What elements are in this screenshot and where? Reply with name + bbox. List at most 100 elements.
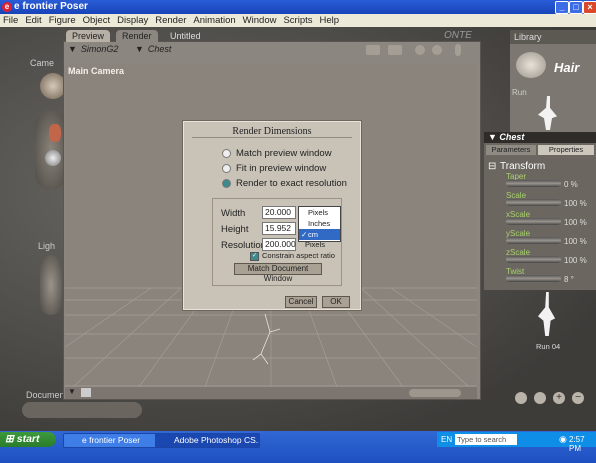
transform-group-icon[interactable]: ⊟ <box>488 161 496 172</box>
units-dropdown[interactable]: Pixels Inches ✓ cm <box>298 206 341 242</box>
param-dial[interactable] <box>506 275 561 282</box>
checkmark-icon: ✓ <box>301 230 308 239</box>
light-control-icon[interactable] <box>40 255 62 315</box>
unit-option-inches[interactable]: Inches <box>299 218 340 229</box>
document-tab-label[interactable]: Document <box>26 390 67 400</box>
volume-icon[interactable]: ◉ <box>559 434 567 445</box>
taskbar-poser[interactable]: e frontier Poser <box>63 433 161 448</box>
menu-display[interactable]: Display <box>114 14 152 26</box>
param-value[interactable]: 0 % <box>564 180 578 189</box>
menu-file[interactable]: File <box>0 14 22 26</box>
option-label: Render to exact resolution <box>236 178 347 189</box>
window-title: e frontier Poser <box>14 1 88 12</box>
radio-exact-resolution[interactable] <box>222 179 231 188</box>
menu-object[interactable]: Object <box>80 14 114 26</box>
tab-preview[interactable]: Preview <box>66 30 111 42</box>
box-display-icon[interactable] <box>81 388 91 397</box>
tab-render[interactable]: Render <box>116 30 158 42</box>
menu-animation[interactable]: Animation <box>190 14 239 26</box>
menu-scripts[interactable]: Scripts <box>280 14 316 26</box>
menu-window[interactable]: Window <box>240 14 281 26</box>
figure-menu-arrow[interactable]: ▼ <box>68 44 77 54</box>
windows-logo-icon: ⊞ <box>5 433 14 445</box>
menu-render[interactable]: Render <box>152 14 190 26</box>
ok-button[interactable]: OK <box>322 296 350 308</box>
tab-properties[interactable]: Properties <box>538 145 594 155</box>
camera-controls-label: Came <box>30 58 55 68</box>
library-category[interactable]: Hair <box>554 60 579 75</box>
param-dial[interactable] <box>506 237 561 244</box>
pose-thumbnail-icon[interactable] <box>538 96 557 130</box>
watermark-text: ONTE <box>444 30 472 41</box>
param-dial[interactable] <box>506 199 561 206</box>
preview-controls[interactable] <box>409 389 461 397</box>
unit-option-pixels[interactable]: Pixels <box>299 207 340 218</box>
cancel-button[interactable]: Cancel <box>285 296 317 308</box>
tab-parameters[interactable]: Parameters <box>486 145 536 155</box>
title-bar: e e frontier Poser _ □ × <box>0 0 596 14</box>
constrain-checkbox[interactable]: ✓ <box>250 252 259 261</box>
camera-label: Main Camera <box>68 66 125 76</box>
close-button[interactable]: × <box>583 1 596 14</box>
figure-selector[interactable]: SimonG2 <box>81 44 119 54</box>
taskbar-photoshop[interactable]: Adobe Photoshop CS... <box>155 433 260 448</box>
library-panel: Hair Run <box>510 44 596 132</box>
part-menu-arrow[interactable]: ▼ <box>135 44 144 54</box>
dialog-title: Render Dimensions <box>232 126 312 137</box>
title-divider <box>192 137 352 138</box>
tab-untitled[interactable]: Untitled <box>164 30 207 42</box>
figure-wireframe <box>252 313 281 365</box>
remove-icon[interactable]: − <box>572 392 584 404</box>
height-field[interactable]: 15.952 <box>262 222 296 235</box>
menu-help[interactable]: Help <box>317 14 344 26</box>
menu-figure[interactable]: Figure <box>46 14 80 26</box>
library-item-label: Run <box>512 88 527 97</box>
minimize-button[interactable]: _ <box>555 1 569 14</box>
parameters-title: ▼ Chest <box>484 132 596 143</box>
add-icon[interactable]: + <box>553 392 565 404</box>
start-button[interactable]: ⊞ start <box>0 432 56 447</box>
width-field[interactable]: 20.000 <box>262 206 296 219</box>
zoom-icon[interactable] <box>455 44 461 56</box>
render-settings-icon[interactable] <box>388 45 402 55</box>
apply-pose-icon[interactable] <box>515 392 527 404</box>
preview-selector-bar: ▼ SimonG2 ▼ Chest <box>68 44 268 58</box>
parameter-list: Taper 0 % Scale 100 % xScale 100 % yScal… <box>484 172 596 290</box>
hair-category-icon[interactable] <box>516 52 546 78</box>
param-dial[interactable] <box>506 218 561 225</box>
style-buttons[interactable] <box>22 402 142 418</box>
radio-match-preview[interactable] <box>222 149 231 158</box>
apply-multiple-icon[interactable] <box>534 392 546 404</box>
height-label: Height <box>221 224 249 235</box>
start-label: start <box>16 433 40 445</box>
option-label: Fit in preview window <box>236 163 327 174</box>
param-dial[interactable] <box>506 256 561 263</box>
param-value[interactable]: 100 % <box>564 256 587 265</box>
param-value[interactable]: 100 % <box>564 237 587 246</box>
render-icon[interactable] <box>366 45 380 55</box>
param-value[interactable]: 8 ° <box>564 275 574 284</box>
width-label: Width <box>221 208 246 219</box>
search-input[interactable]: Type to search <box>455 434 517 445</box>
param-value[interactable]: 100 % <box>564 199 587 208</box>
resolution-label: Resolution <box>221 240 266 251</box>
radio-fit-preview[interactable] <box>222 164 231 173</box>
param-value[interactable]: 100 % <box>564 218 587 227</box>
maximize-button[interactable]: □ <box>569 1 583 14</box>
param-dial[interactable] <box>506 180 561 187</box>
move-icon[interactable] <box>432 45 442 55</box>
language-indicator[interactable]: EN <box>441 435 452 444</box>
menu-edit[interactable]: Edit <box>22 14 45 26</box>
poser-app-icon: e <box>2 2 12 12</box>
library-tab[interactable]: Library <box>510 30 596 44</box>
hand-icon[interactable] <box>49 124 61 142</box>
collapse-icon[interactable]: ▼ <box>488 132 499 142</box>
resolution-field[interactable]: 200.000 <box>262 238 296 251</box>
body-part-selector[interactable]: Chest <box>148 44 172 54</box>
unit-option-cm[interactable]: ✓ cm <box>299 229 340 240</box>
camera-view-icon[interactable] <box>415 45 425 55</box>
match-document-window-button[interactable]: Match Document Window <box>234 263 322 283</box>
clock[interactable]: 2:57 PM <box>569 435 596 453</box>
sphere-icon[interactable] <box>45 150 61 166</box>
display-style-arrow[interactable]: ▼ <box>68 387 76 396</box>
